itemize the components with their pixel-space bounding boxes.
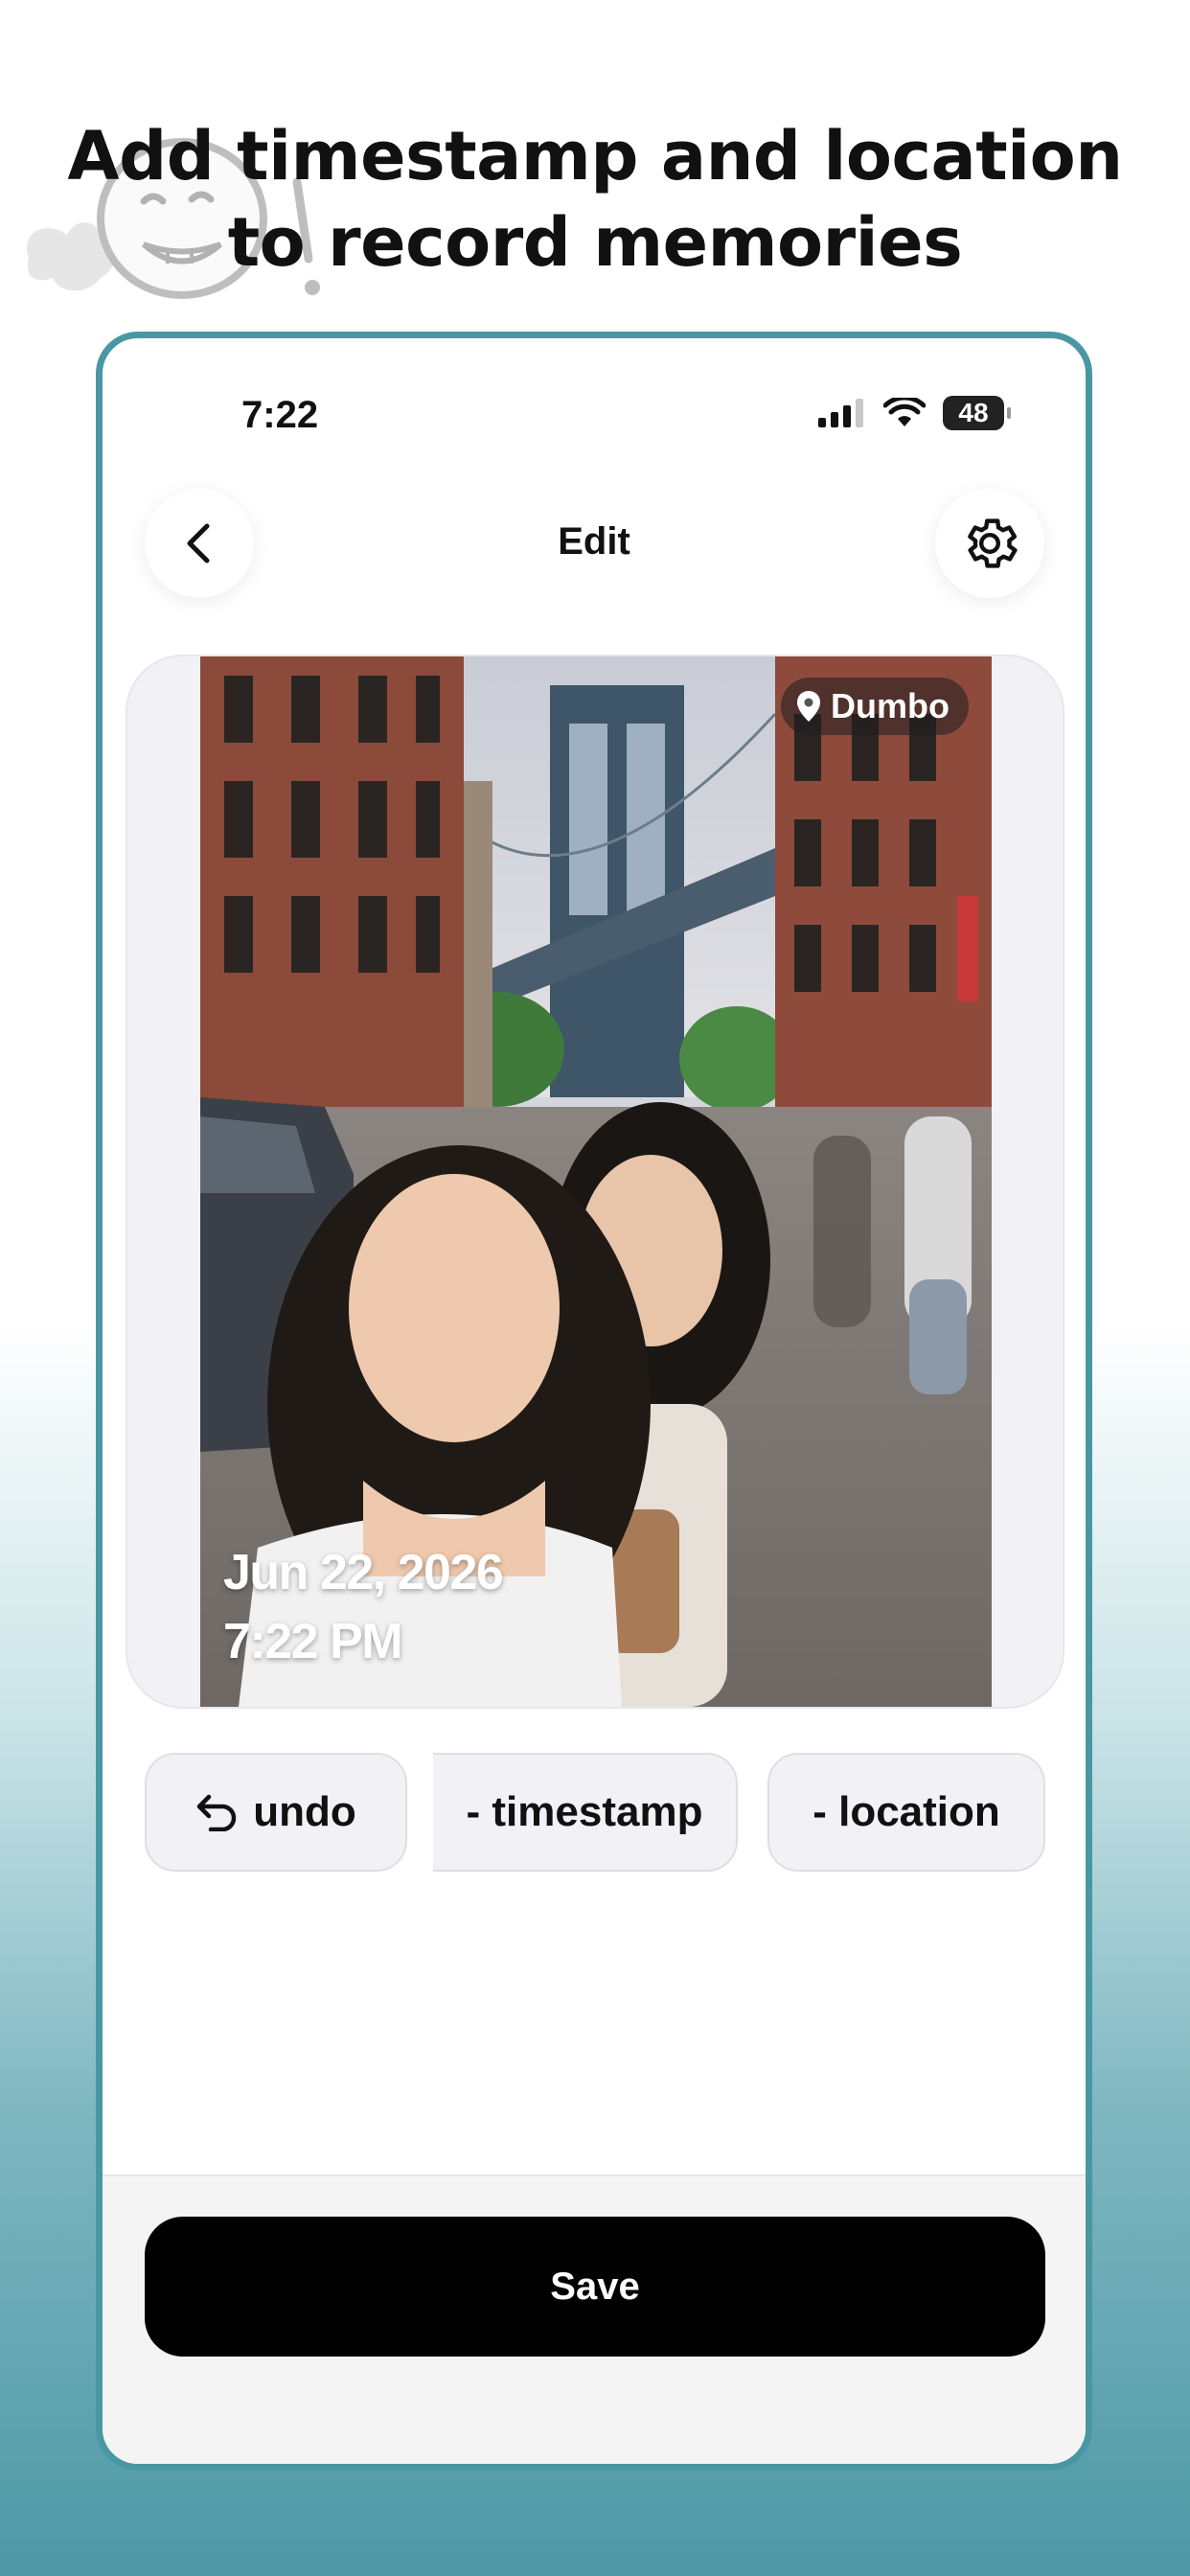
photo-preview-frame: Dumbo Jun 22, 2026 7:22 PM <box>126 655 1064 1709</box>
photo[interactable]: Dumbo Jun 22, 2026 7:22 PM <box>200 656 992 1707</box>
location-badge: Dumbo <box>781 678 969 735</box>
phone-frame: 7:22 48 Edit Dumbo Jun 22, 2026 7:22 PM … <box>96 332 1092 2471</box>
wifi-icon <box>883 398 926 426</box>
undo-label: undo <box>253 1788 356 1835</box>
battery-icon: 48 <box>943 396 1011 430</box>
remove-timestamp-label: - timestamp <box>466 1788 703 1835</box>
pin-icon <box>797 691 821 722</box>
status-time: 7:22 <box>241 394 319 436</box>
location-badge-label: Dumbo <box>831 686 950 725</box>
gear-icon <box>968 518 1018 568</box>
promo-headline: Add timestamp and location to record mem… <box>0 113 1190 286</box>
save-button[interactable]: Save <box>145 2217 1045 2357</box>
timestamp-date: Jun 22, 2026 <box>223 1545 504 1600</box>
headline-line-2: to record memories <box>227 203 963 282</box>
remove-timestamp-button[interactable]: - timestamp <box>433 1753 738 1872</box>
undo-icon <box>196 1794 237 1831</box>
undo-button[interactable]: undo <box>145 1753 407 1872</box>
settings-button[interactable] <box>935 489 1044 598</box>
status-icons: 48 <box>818 396 1011 430</box>
timestamp-overlay: Jun 22, 2026 7:22 PM <box>223 1538 504 1676</box>
remove-location-button[interactable]: - location <box>767 1753 1045 1872</box>
headline-line-1: Add timestamp and location <box>67 117 1123 196</box>
timestamp-time: 7:22 PM <box>223 1614 403 1669</box>
signal-icon <box>818 399 863 427</box>
remove-location-label: - location <box>812 1788 1000 1835</box>
